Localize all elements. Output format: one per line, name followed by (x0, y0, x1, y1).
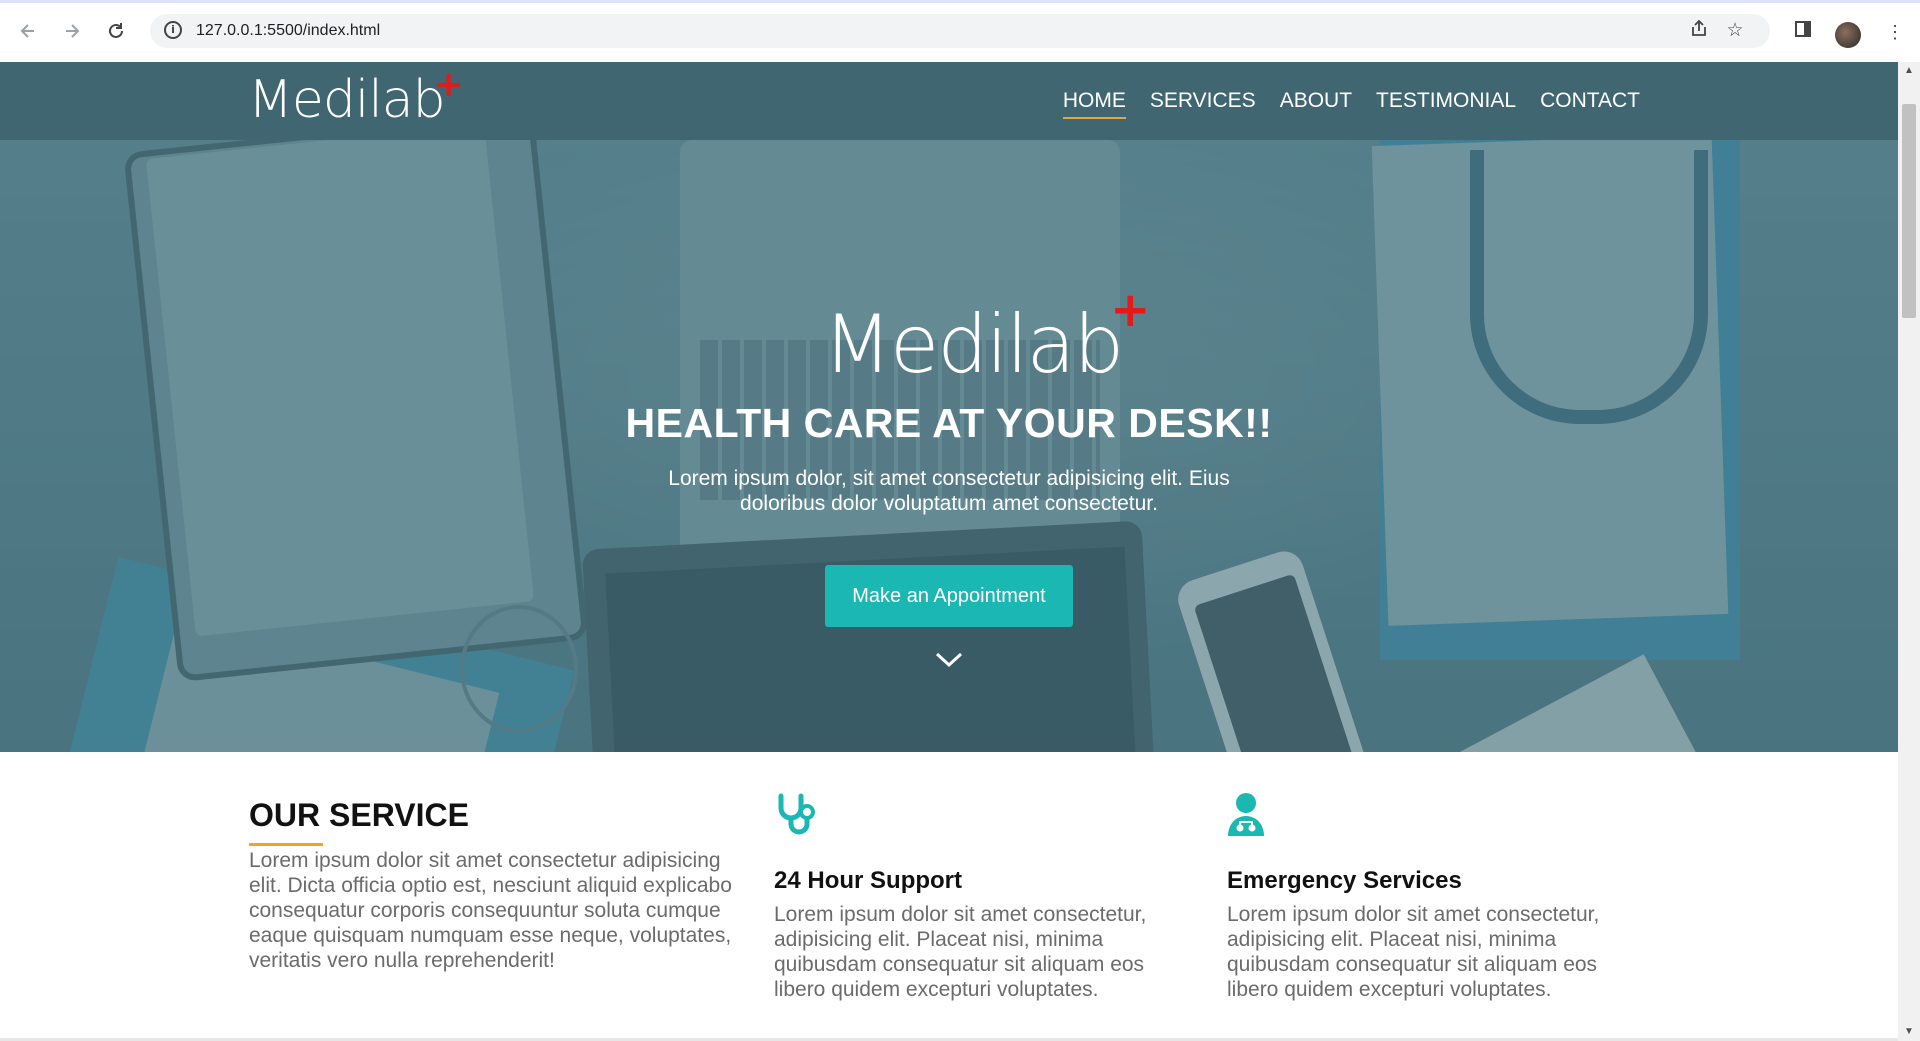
services-intro: Lorem ipsum dolor sit amet consectetur a… (249, 849, 732, 972)
hero-content: Medilab + HEALTH CARE AT YOUR DESK!! Lor… (0, 140, 1898, 752)
service-text-support: Lorem ipsum dolor sit amet consectetur, … (774, 903, 1147, 1001)
service-title-support: 24 Hour Support (774, 867, 963, 894)
browser-toolbar: i 127.0.0.1:5500/index.html ☆ ⋮ (0, 0, 1920, 62)
services-title-underline (249, 843, 323, 846)
more-menu-icon[interactable]: ⋮ (1882, 19, 1908, 45)
service-text-emergency: Lorem ipsum dolor sit amet consectetur, … (1227, 903, 1600, 1001)
logo-plus-icon: + (433, 64, 463, 105)
scroll-down-arrow-icon[interactable]: ▼ (1898, 1023, 1920, 1041)
address-bar[interactable]: i 127.0.0.1:5500/index.html ☆ (150, 14, 1770, 48)
make-appointment-button[interactable]: Make an Appointment (825, 565, 1073, 627)
vertical-scrollbar[interactable]: ▲ ▼ (1898, 62, 1920, 1041)
service-title-emergency: Emergency Services (1227, 867, 1462, 894)
nav-home[interactable]: HOME (1062, 89, 1126, 119)
services-section: OUR SERVICE Lorem ipsum dolor sit amet c… (0, 752, 1898, 1041)
side-panel-icon[interactable] (1790, 19, 1816, 45)
site-info-icon[interactable]: i (164, 21, 182, 39)
hero-logo: Medilab + (823, 282, 1150, 391)
stethoscope-icon (775, 792, 819, 838)
nav-about[interactable]: ABOUT (1280, 89, 1352, 119)
services-title: OUR SERVICE (249, 797, 469, 833)
forward-icon[interactable] (58, 17, 86, 45)
reload-icon[interactable] (102, 17, 130, 45)
back-icon[interactable] (14, 17, 42, 45)
doctor-icon (1226, 792, 1270, 838)
scroll-up-arrow-icon[interactable]: ▲ (1898, 62, 1920, 80)
nav-testimonial[interactable]: TESTIMONIAL (1376, 89, 1516, 119)
nav-services[interactable]: SERVICES (1150, 89, 1256, 119)
site-header: Medilab + HOME SERVICES ABOUT TESTIMONIA… (0, 62, 1898, 140)
bookmark-star-icon[interactable]: ☆ (1723, 19, 1747, 43)
nav-contact[interactable]: CONTACT (1540, 89, 1640, 119)
logo-text: Medilab (248, 70, 446, 130)
hero-title: HEALTH CARE AT YOUR DESK!! (625, 400, 1273, 446)
share-icon[interactable] (1687, 19, 1711, 43)
hero-subtitle: Lorem ipsum dolor, sit amet consectetur … (668, 467, 1230, 515)
url-text[interactable]: 127.0.0.1:5500/index.html (196, 22, 380, 40)
main-nav: HOME SERVICES ABOUT TESTIMONIAL CONTACT (1062, 89, 1640, 119)
scroll-down-chevron-icon[interactable] (934, 645, 964, 675)
page-viewport: Medilab + HOME SERVICES ABOUT TESTIMONIA… (0, 62, 1898, 1041)
profile-avatar[interactable] (1835, 22, 1861, 48)
site-logo[interactable]: Medilab + (248, 64, 464, 130)
hero-logo-text: Medilab (823, 298, 1124, 391)
hero-logo-plus-icon: + (1110, 282, 1150, 338)
scrollbar-thumb[interactable] (1902, 104, 1916, 318)
hero-section: Medilab + HEALTH CARE AT YOUR DESK!! Lor… (0, 140, 1898, 752)
